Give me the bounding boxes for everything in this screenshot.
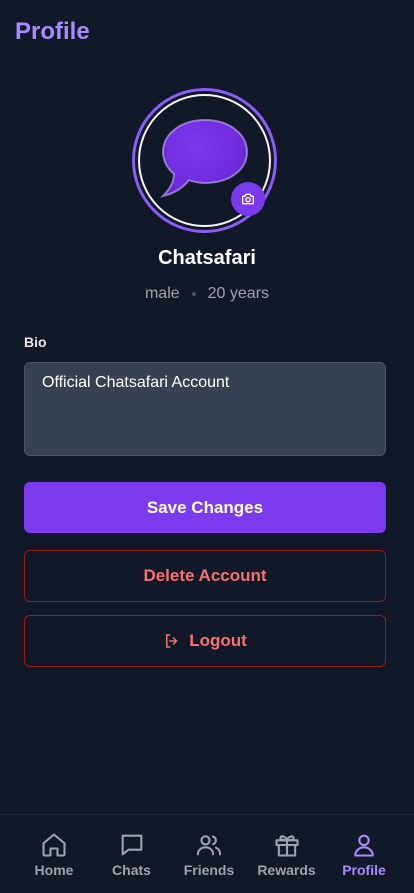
bio-label: Bio bbox=[24, 334, 47, 350]
profile-meta: male 20 years bbox=[0, 285, 414, 303]
delete-account-label: Delete Account bbox=[143, 566, 267, 585]
gift-icon bbox=[274, 835, 299, 857]
nav-label-rewards: Rewards bbox=[257, 862, 316, 878]
age-text: 20 years bbox=[207, 285, 270, 302]
page-title: Profile bbox=[15, 18, 90, 45]
nav-label-profile: Profile bbox=[342, 862, 386, 878]
username: Chatsafari bbox=[158, 247, 256, 269]
user-icon bbox=[354, 834, 374, 857]
nav-label-friends: Friends bbox=[183, 862, 235, 878]
save-changes-label: Save Changes bbox=[146, 497, 264, 517]
nav-item-rewards[interactable]: Rewards bbox=[257, 815, 317, 893]
nav-label-home: Home bbox=[34, 862, 74, 878]
chat-icon bbox=[121, 834, 142, 856]
profile-screen: Profile Chatsafari male 20 years Bio Off… bbox=[0, 0, 414, 893]
delete-account-button[interactable]: Delete Account bbox=[24, 550, 386, 602]
friends-icon bbox=[196, 835, 222, 856]
logout-icon bbox=[166, 634, 178, 648]
meta-separator bbox=[191, 292, 196, 296]
nav-item-friends[interactable]: Friends bbox=[179, 815, 239, 893]
logout-label: Logout bbox=[189, 631, 247, 650]
nav-item-profile[interactable]: Profile bbox=[334, 815, 394, 893]
nav-label-chats: Chats bbox=[112, 862, 151, 878]
save-changes-button[interactable]: Save Changes bbox=[24, 482, 386, 533]
gender-text: male bbox=[144, 285, 180, 302]
logout-button[interactable]: Logout bbox=[24, 615, 386, 667]
bio-textarea[interactable]: Official Chatsafari Account bbox=[24, 362, 386, 456]
nav-item-chats[interactable]: Chats bbox=[102, 815, 162, 893]
change-photo-button[interactable] bbox=[231, 182, 265, 216]
camera-icon bbox=[242, 193, 254, 205]
home-icon bbox=[42, 833, 66, 857]
bottom-nav: Home Chats Friends Rewards Profile bbox=[0, 814, 414, 893]
nav-item-home[interactable]: Home bbox=[24, 815, 84, 893]
avatar[interactable] bbox=[132, 88, 277, 233]
